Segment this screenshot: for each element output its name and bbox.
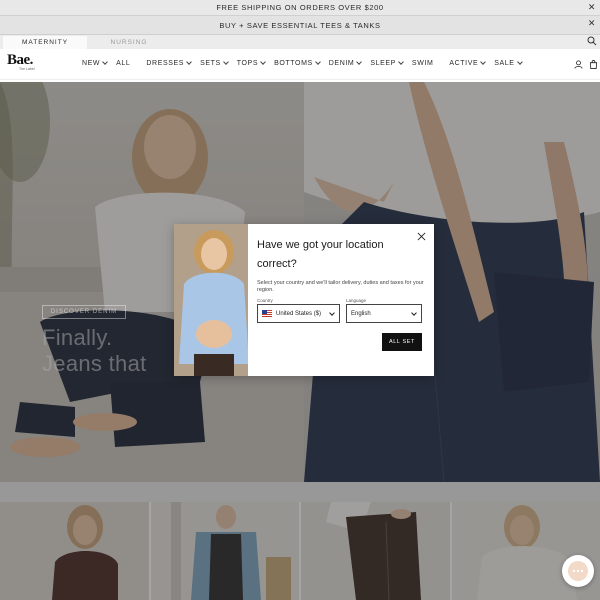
modal-image: [174, 224, 248, 376]
nav-item-sale[interactable]: SALE: [494, 59, 523, 67]
country-select[interactable]: United States ($): [257, 304, 340, 323]
cart-icon[interactable]: [589, 60, 598, 69]
announcement-bar-secondary: BUY + SAVE ESSENTIAL TEES & TANKS ✕: [0, 16, 600, 35]
location-modal: Have we got your location correct? Selec…: [174, 224, 434, 376]
language-select[interactable]: English: [346, 304, 422, 323]
close-announcement-icon[interactable]: ✕: [588, 2, 596, 13]
language-label: Language: [346, 298, 367, 303]
nav-icons: [574, 60, 598, 69]
chevron-down-icon: [329, 310, 335, 316]
modal-description: Select your country and we'll tailor del…: [257, 280, 424, 293]
chevron-down-icon: [356, 59, 363, 65]
chevron-down-icon: [222, 59, 229, 65]
chevron-down-icon: [480, 59, 487, 65]
logo-tagline: The Label: [19, 67, 35, 71]
nav-item-tops[interactable]: TOPS: [237, 59, 266, 67]
chevron-down-icon: [260, 59, 266, 65]
nav-item-all[interactable]: ALL: [116, 60, 130, 67]
country-label: Country: [257, 298, 273, 303]
country-value: United States ($): [276, 310, 322, 317]
chevron-down-icon: [102, 59, 108, 65]
brand-logo[interactable]: Bae. The Label: [7, 52, 35, 72]
nav-item-sets[interactable]: SETS: [200, 59, 229, 67]
nav-item-new[interactable]: NEW: [82, 59, 108, 67]
nav-item-swim[interactable]: SWIM: [412, 60, 433, 67]
chevron-down-icon: [186, 59, 192, 65]
discover-denim-button[interactable]: DISCOVER DENIM: [42, 305, 126, 319]
nav-item-active[interactable]: ACTIVE: [449, 59, 487, 67]
chat-widget-button[interactable]: [562, 555, 594, 587]
close-icon[interactable]: [417, 232, 426, 241]
modal-title: Have we got your location correct?: [257, 239, 384, 270]
nav-menu: NEW ALL DRESSES SETS TOPS BOTTOMS DENIM …: [82, 59, 523, 67]
account-icon[interactable]: [574, 60, 583, 69]
main-nav: Bae. The Label NEW ALL DRESSES SETS TOPS…: [0, 49, 600, 80]
nav-item-sleep[interactable]: SLEEP: [370, 59, 404, 67]
us-flag-icon: [262, 310, 272, 317]
announcement-bar: FREE SHIPPING ON ORDERS OVER $200 ✕: [0, 0, 600, 16]
language-value: English: [351, 310, 371, 317]
chevron-down-icon: [516, 59, 523, 65]
nav-item-dresses[interactable]: DRESSES: [146, 59, 192, 67]
logo-text: Bae.: [7, 52, 33, 68]
tab-nursing[interactable]: NURSING: [87, 36, 171, 49]
tab-maternity[interactable]: MATERNITY: [3, 36, 87, 49]
close-announcement-secondary-icon[interactable]: ✕: [588, 18, 596, 29]
chevron-down-icon: [314, 59, 321, 65]
segment-bar: MATERNITY NURSING: [0, 35, 600, 49]
nav-item-bottoms[interactable]: BOTTOMS: [274, 59, 321, 67]
nav-item-denim[interactable]: DENIM: [329, 59, 363, 67]
modal-body: Have we got your location correct? Selec…: [248, 224, 434, 376]
search-icon[interactable]: [587, 36, 597, 46]
chat-icon: [568, 561, 588, 581]
chevron-down-icon: [411, 310, 417, 316]
announcement-text: FREE SHIPPING ON ORDERS OVER $200: [216, 3, 384, 12]
announcement-text-secondary: BUY + SAVE ESSENTIAL TEES & TANKS: [219, 20, 381, 30]
all-set-button[interactable]: ALL SET: [382, 333, 422, 351]
chevron-down-icon: [398, 59, 404, 65]
